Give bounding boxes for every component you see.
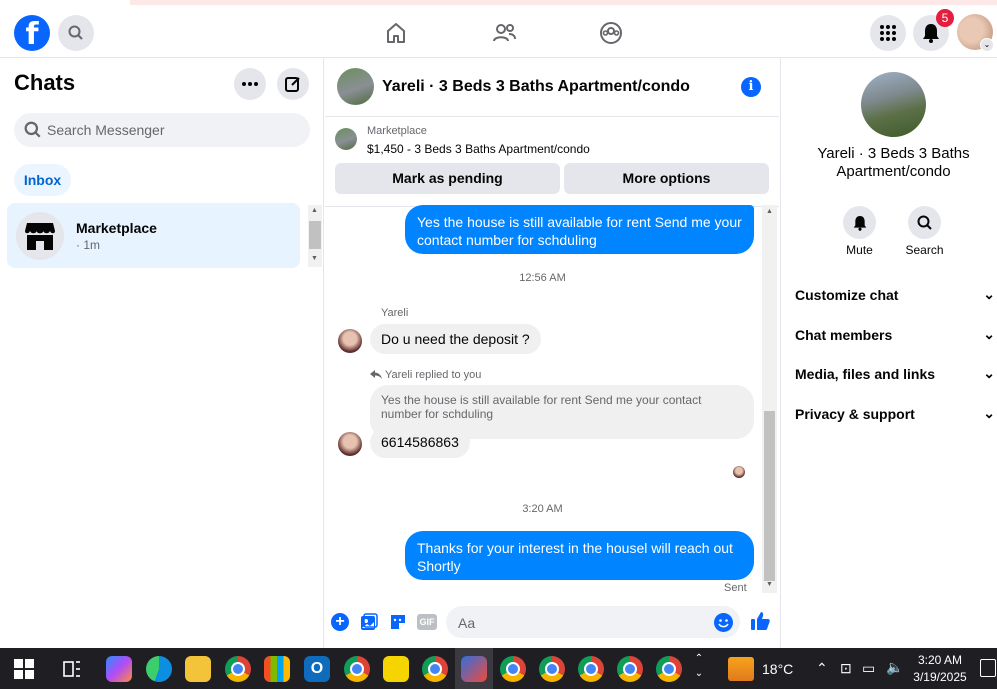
marketplace-label: Marketplace xyxy=(367,125,427,137)
chrome-profile-icon[interactable] xyxy=(344,656,370,682)
snipping-tool-icon[interactable] xyxy=(461,656,487,682)
conversation-time: · 1m xyxy=(76,238,100,252)
menu-grid-icon[interactable] xyxy=(870,15,906,51)
chat-scrollbar[interactable]: ▲ ▼ xyxy=(762,205,777,593)
sidebar-scrollbar[interactable]: ▲ ▼ xyxy=(308,205,322,267)
more-options-icon[interactable] xyxy=(234,68,266,100)
account-chevron-icon[interactable]: ⌄ xyxy=(980,38,994,52)
chevron-down-icon: ⌄ xyxy=(983,365,995,381)
home-icon[interactable] xyxy=(376,13,416,53)
volume-icon[interactable]: 🔈 xyxy=(886,659,903,676)
copilot-icon[interactable] xyxy=(106,656,132,682)
network-icon[interactable]: ▭ xyxy=(862,660,875,677)
chat-members-row[interactable]: Chat members ⌄ xyxy=(795,326,995,343)
reply-indicator: Yareli replied to you xyxy=(370,369,481,381)
mark-as-pending-button[interactable]: Mark as pending xyxy=(335,163,560,194)
sticky-notes-icon[interactable] xyxy=(383,656,409,682)
emoji-icon[interactable] xyxy=(714,613,733,632)
chrome-profile-icon[interactable] xyxy=(578,656,604,682)
reply-arrow-icon xyxy=(370,370,382,379)
sent-status: Sent xyxy=(724,582,747,594)
chevron-down-icon: ⌄ xyxy=(983,405,995,421)
sticker-icon[interactable] xyxy=(389,613,407,636)
clock-date: 3/19/2025 xyxy=(913,670,967,684)
message-bubble-outgoing[interactable]: Yes the house is still available for ren… xyxy=(405,205,754,254)
meet-icon[interactable]: ⊡ xyxy=(840,660,852,677)
listing-avatar[interactable] xyxy=(337,68,374,105)
add-icon[interactable]: + xyxy=(331,613,349,631)
chrome-profile-icon[interactable] xyxy=(539,656,565,682)
listing-thumbnail xyxy=(335,128,357,150)
file-explorer-icon[interactable] xyxy=(185,656,211,682)
task-view-icon[interactable] xyxy=(62,660,82,683)
friends-icon[interactable] xyxy=(484,13,524,53)
notification-badge: 5 xyxy=(936,9,954,27)
chevron-down-icon: ⌄ xyxy=(983,326,995,342)
profile-name: Yareli · 3 Beds 3 Baths Apartment/condo xyxy=(817,145,970,180)
gif-icon[interactable]: GIF xyxy=(417,614,437,630)
sender-avatar xyxy=(338,432,362,456)
system-clock[interactable]: 3:20 AM 3/19/2025 xyxy=(905,652,975,686)
edge-browser-icon[interactable] xyxy=(146,656,172,682)
sender-name: Yareli xyxy=(381,307,409,319)
chrome-icon[interactable] xyxy=(225,656,251,682)
inbox-tab[interactable]: Inbox xyxy=(14,164,71,196)
more-options-button[interactable]: More options xyxy=(564,163,769,194)
messenger-search-input[interactable]: Search Messenger xyxy=(14,113,310,147)
reply-label: Yareli replied to you xyxy=(385,369,482,381)
chat-title[interactable]: Yareli · 3 Beds 3 Baths Apartment/condo xyxy=(382,78,690,96)
clock-time: 3:20 AM xyxy=(917,653,963,667)
chrome-profile-icon[interactable] xyxy=(617,656,643,682)
message-input[interactable]: Aa xyxy=(446,606,740,638)
read-receipt-avatar xyxy=(733,466,745,478)
photo-icon[interactable] xyxy=(360,613,378,636)
search-icon xyxy=(24,121,41,138)
conversation-name: Marketplace xyxy=(76,220,157,236)
info-icon[interactable]: i xyxy=(741,77,761,97)
new-message-icon[interactable] xyxy=(277,68,309,100)
search-icon[interactable] xyxy=(58,15,94,51)
show-hidden-icons-chevron-icon[interactable]: ⌃ xyxy=(816,660,828,677)
search-placeholder: Search Messenger xyxy=(47,122,165,138)
chevron-down-icon: ⌄ xyxy=(983,286,995,302)
notification-center-icon[interactable] xyxy=(980,659,996,677)
facebook-logo-icon[interactable]: f xyxy=(14,15,50,52)
chrome-profile-icon[interactable] xyxy=(422,656,448,682)
timestamp: 12:56 AM xyxy=(519,272,566,284)
chrome-profile-icon[interactable] xyxy=(656,656,682,682)
message-placeholder: Aa xyxy=(458,615,476,631)
privacy-support-row[interactable]: Privacy & support ⌄ xyxy=(795,405,995,422)
mute-bell-icon[interactable] xyxy=(843,206,876,239)
weather-icon[interactable] xyxy=(728,657,754,681)
groups-icon[interactable] xyxy=(591,13,631,53)
search-label: Search xyxy=(905,243,944,257)
search-conversation-icon[interactable] xyxy=(908,206,941,239)
weather-temp[interactable]: 18°C xyxy=(762,661,793,677)
taskbar-scroll-icon[interactable]: ⌃ ⌄ xyxy=(693,651,705,681)
microsoft-store-icon[interactable] xyxy=(264,656,290,682)
windows-start-icon[interactable] xyxy=(14,659,34,684)
outlook-icon[interactable]: O xyxy=(304,656,330,682)
sender-avatar xyxy=(338,329,362,353)
chrome-profile-icon[interactable] xyxy=(500,656,526,682)
marketplace-store-icon xyxy=(16,212,64,260)
like-thumb-icon[interactable] xyxy=(750,611,770,636)
chats-title: Chats xyxy=(14,70,76,95)
message-bubble-incoming[interactable]: 6614586863 xyxy=(370,427,470,458)
timestamp: 3:20 AM xyxy=(522,503,563,515)
media-files-links-row[interactable]: Media, files and links ⌄ xyxy=(795,365,995,382)
mute-label: Mute xyxy=(846,243,873,257)
customize-chat-row[interactable]: Customize chat ⌄ xyxy=(795,286,995,303)
listing-title[interactable]: $1,450 - 3 Beds 3 Baths Apartment/condo xyxy=(367,142,590,156)
message-bubble-outgoing[interactable]: Thanks for your interest in the housel w… xyxy=(405,531,754,580)
listing-profile-photo[interactable] xyxy=(861,72,926,137)
message-bubble-incoming[interactable]: Do u need the deposit ? xyxy=(370,324,541,354)
